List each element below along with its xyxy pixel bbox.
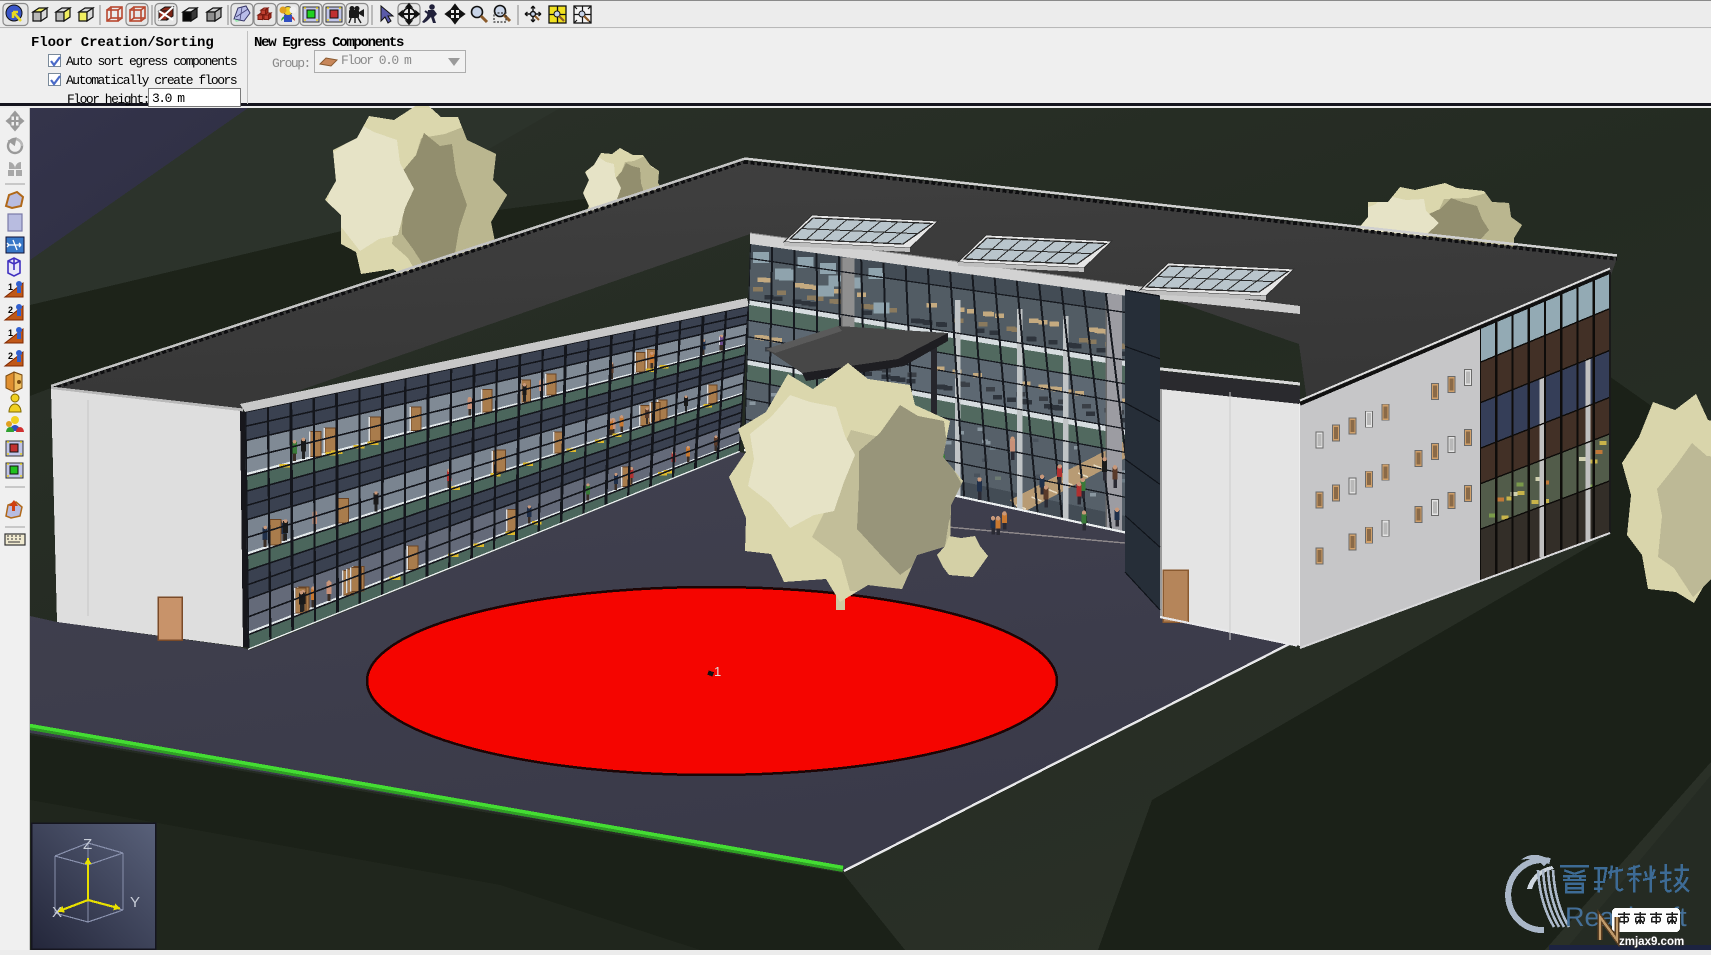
- svg-text:1: 1: [714, 664, 721, 679]
- svg-text:2: 2: [8, 305, 13, 315]
- svg-text:Y: Y: [130, 894, 140, 911]
- svg-text:zmjax9.com: zmjax9.com: [1619, 936, 1684, 948]
- svg-text:Z: Z: [83, 836, 92, 853]
- svg-text:1: 1: [8, 282, 13, 292]
- svg-text:2: 2: [8, 351, 13, 361]
- svg-text:1: 1: [8, 328, 13, 338]
- svg-text:X: X: [52, 904, 62, 921]
